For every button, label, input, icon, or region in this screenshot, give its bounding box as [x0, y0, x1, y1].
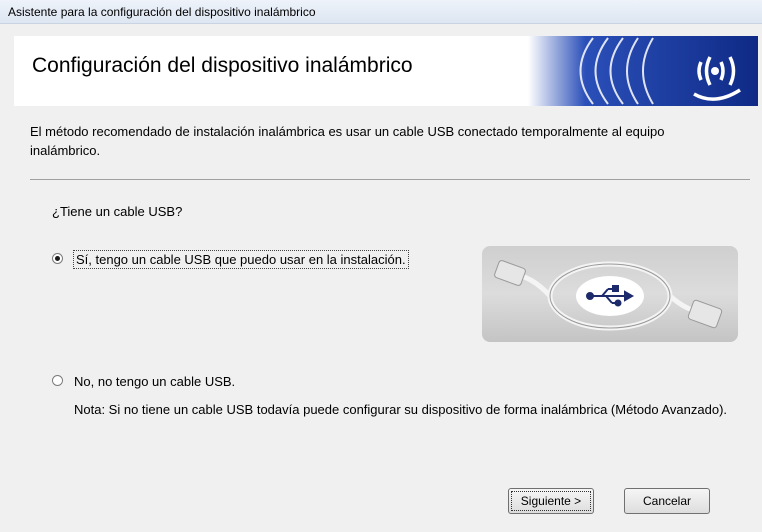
- radio-no[interactable]: [52, 375, 63, 386]
- title-bar: Asistente para la configuración del disp…: [0, 0, 762, 24]
- option-no-label[interactable]: No, no tengo un cable USB.: [74, 374, 235, 389]
- divider: [30, 179, 750, 180]
- radio-yes[interactable]: [52, 253, 63, 264]
- header-banner: Configuración del dispositivo inalámbric…: [14, 36, 758, 106]
- next-button[interactable]: Siguiente >: [508, 488, 594, 514]
- usb-cable-image: [482, 246, 738, 342]
- wizard-window: Asistente para la configuración del disp…: [0, 0, 762, 532]
- note-text: Nota: Si no tiene un cable USB todavía p…: [74, 402, 728, 417]
- intro-text: El método recomendado de instalación ina…: [30, 124, 665, 158]
- cancel-button[interactable]: Cancelar: [624, 488, 710, 514]
- usb-cable-icon: [494, 260, 723, 331]
- wireless-wave-icon: [528, 36, 758, 106]
- question-label: ¿Tiene un cable USB?: [52, 204, 183, 219]
- page-title: Configuración del dispositivo inalámbric…: [32, 54, 413, 77]
- option-yes-usb[interactable]: Sí, tengo un cable USB que puedo usar en…: [52, 250, 432, 269]
- window-title: Asistente para la configuración del disp…: [8, 5, 316, 19]
- option-no-usb[interactable]: No, no tengo un cable USB.: [52, 373, 235, 390]
- option-yes-label[interactable]: Sí, tengo un cable USB que puedo usar en…: [73, 250, 409, 269]
